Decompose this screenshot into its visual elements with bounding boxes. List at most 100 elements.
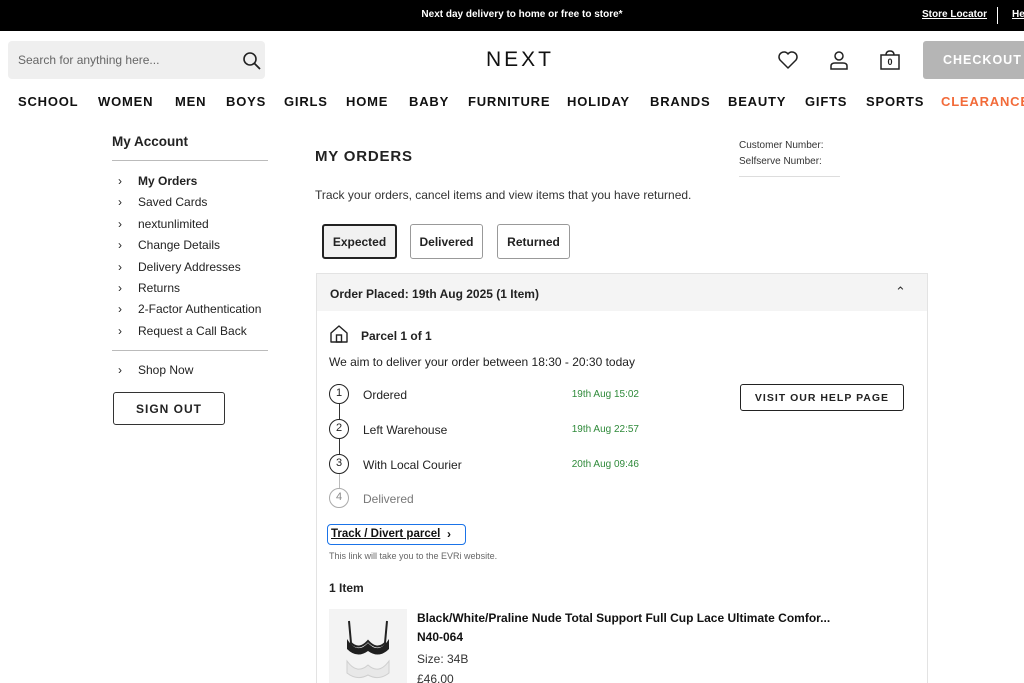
menu-shop-now[interactable]: › Shop Now [118, 363, 193, 377]
chevron-right-icon: › [447, 527, 451, 541]
tab-delivered[interactable]: Delivered [410, 224, 483, 259]
track-link-label: Track / Divert parcel [331, 528, 441, 540]
step-number: 3 [329, 454, 349, 474]
account-title: My Account [112, 134, 189, 149]
nav-boys[interactable]: BOYS [226, 94, 266, 109]
heart-icon[interactable] [776, 48, 800, 72]
menu-label: Request a Call Back [138, 324, 247, 338]
nav-gifts[interactable]: GIFTS [805, 94, 847, 109]
parcel-title: Parcel 1 of 1 [361, 329, 432, 343]
step-number: 4 [329, 488, 349, 508]
search-input[interactable] [18, 41, 228, 79]
step-time: 20th Aug 09:46 [571, 459, 639, 470]
menu-label: Saved Cards [138, 195, 208, 209]
menu-label: Delivery Addresses [138, 260, 241, 274]
chevron-up-icon[interactable]: ⌃ [895, 284, 906, 300]
menu-label: My Orders [138, 174, 198, 188]
menu-my-orders[interactable]: › My Orders [118, 174, 197, 188]
customer-number-label: Customer Number: [739, 140, 824, 151]
order-card: Order Placed: 19th Aug 2025 (1 Item) ⌃ P… [316, 273, 928, 683]
menu-label: 2-Factor Authentication [138, 302, 262, 316]
step-connector [339, 474, 340, 488]
chevron-right-icon: › [118, 195, 122, 209]
help-link[interactable]: Help [1012, 9, 1024, 20]
step-label: With Local Courier [363, 458, 462, 472]
chevron-right-icon: › [118, 281, 122, 295]
sign-out-button[interactable]: SIGN OUT [113, 392, 225, 425]
step-label: Delivered [363, 492, 414, 506]
store-locator-link[interactable]: Store Locator [922, 9, 987, 20]
step-time: 19th Aug 22:57 [571, 424, 639, 435]
nav-girls[interactable]: GIRLS [284, 94, 328, 109]
tab-expected[interactable]: Expected [322, 224, 397, 259]
menu-change-details[interactable]: › Change Details [118, 238, 220, 252]
nav-school[interactable]: SCHOOL [18, 94, 78, 109]
help-page-button[interactable]: VISIT OUR HELP PAGE [740, 384, 904, 411]
menu-label: Returns [138, 281, 181, 295]
track-note: This link will take you to the EVRi webs… [329, 551, 498, 561]
bag-count: 0 [887, 57, 893, 67]
track-divert-link[interactable]: Track / Divert parcel › [327, 524, 466, 545]
menu-delivery-addresses[interactable]: › Delivery Addresses [118, 260, 241, 274]
chevron-right-icon: › [118, 324, 122, 338]
items-count: 1 Item [329, 581, 364, 595]
search-box[interactable] [8, 41, 265, 79]
delivery-window: We aim to deliver your order between 18:… [329, 355, 635, 369]
nav-sports[interactable]: SPORTS [866, 94, 924, 109]
product-size: Size: 34B [417, 652, 469, 666]
product-name[interactable]: Black/White/Praline Nude Total Support F… [417, 611, 830, 625]
menu-saved-cards[interactable]: › Saved Cards [118, 195, 207, 209]
step-connector [339, 404, 340, 419]
promo-text: Next day delivery to home or free to sto… [421, 9, 623, 20]
product-price: £46.00 [417, 672, 454, 683]
step-label: Ordered [363, 388, 408, 402]
chevron-right-icon: › [118, 302, 122, 316]
menu-2fa[interactable]: › 2-Factor Authentication [118, 302, 261, 316]
checkout-button[interactable]: CHECKOUT [923, 41, 1024, 79]
menu-label: Change Details [138, 238, 221, 252]
menu-label: nextunlimited [138, 217, 209, 231]
nav-home[interactable]: HOME [346, 94, 388, 109]
menu-request-call-back[interactable]: › Request a Call Back [118, 324, 247, 338]
selfserve-number-label: Selfserve Number: [739, 156, 822, 167]
chevron-right-icon: › [118, 217, 122, 231]
next-logo[interactable]: NEXT [460, 48, 580, 72]
order-header[interactable]: Order Placed: 19th Aug 2025 (1 Item) ⌃ [317, 274, 927, 311]
nav-holiday[interactable]: HOLIDAY [567, 94, 630, 109]
account-divider-2 [112, 350, 268, 351]
step-number: 2 [329, 419, 349, 439]
search-icon[interactable] [242, 51, 262, 71]
nav-men[interactable]: MEN [175, 94, 206, 109]
banner-divider [997, 7, 998, 24]
chevron-right-icon: › [118, 363, 122, 377]
menu-nextunlimited[interactable]: › nextunlimited [118, 217, 209, 231]
nav-beauty[interactable]: BEAUTY [728, 94, 786, 109]
customer-info-divider [739, 176, 840, 177]
promo-banner: Next day delivery to home or free to sto… [0, 0, 1024, 31]
step-number: 1 [329, 384, 349, 404]
order-placed-text: Order Placed: 19th Aug 2025 (1 Item) [330, 287, 539, 301]
nav-baby[interactable]: BABY [409, 94, 449, 109]
menu-returns[interactable]: › Returns [118, 281, 180, 295]
main-nav: SCHOOL WOMEN MEN BOYS GIRLS HOME BABY FU… [0, 94, 1024, 112]
nav-furniture[interactable]: FURNITURE [468, 94, 550, 109]
product-code: N40-064 [417, 630, 464, 644]
chevron-right-icon: › [118, 260, 122, 274]
nav-brands[interactable]: BRANDS [650, 94, 710, 109]
step-time: 19th Aug 15:02 [571, 389, 639, 400]
step-connector [339, 439, 340, 454]
account-divider [112, 160, 268, 161]
nav-women[interactable]: WOMEN [98, 94, 153, 109]
chevron-right-icon: › [118, 174, 122, 188]
bag-icon[interactable]: 0 [878, 48, 902, 72]
menu-label: Shop Now [138, 363, 194, 377]
page-title: MY ORDERS [315, 148, 413, 165]
orders-intro: Track your orders, cancel items and view… [315, 188, 692, 202]
tab-returned[interactable]: Returned [497, 224, 570, 259]
nav-clearance[interactable]: CLEARANCE [941, 94, 1024, 109]
account-icon[interactable] [827, 48, 851, 72]
chevron-right-icon: › [118, 238, 122, 252]
home-delivery-icon [330, 325, 348, 343]
product-image[interactable] [329, 609, 407, 683]
bra-image-icon [346, 620, 390, 679]
